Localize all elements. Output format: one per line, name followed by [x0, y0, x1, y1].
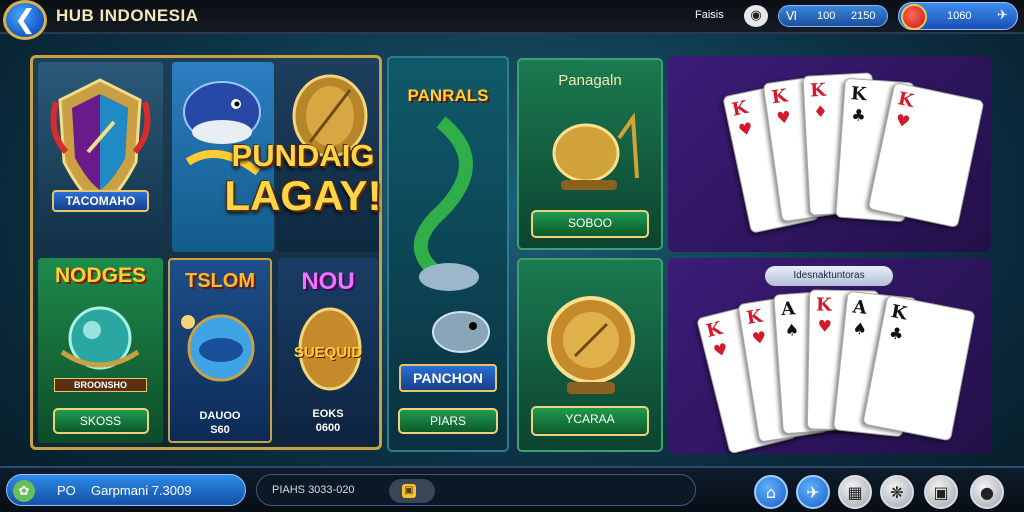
headline-line-2: LAGAY! — [224, 172, 382, 219]
nodges-badge[interactable]: SKOSS — [52, 408, 149, 434]
settings-icon: ❋ — [890, 482, 904, 502]
game-tile-nodges[interactable]: NODGES BROONSHO SKOSS — [38, 258, 163, 443]
arrow-left-icon: ❮ — [14, 5, 36, 35]
chest-icon: ▣ — [402, 484, 416, 498]
info-bar: PIAHS 3033-020 ▣ — [256, 474, 696, 506]
treasure-pot-icon — [552, 112, 639, 190]
coin-balance-pill[interactable]: 1060 ✈ — [898, 2, 1018, 30]
stat-value-1: 100 — [817, 10, 836, 22]
top-bar: HUB INDONESIA Faisis ◉ Ⅵ 100 2150 1060 ✈ — [0, 0, 1024, 34]
game-tile-tslom[interactable]: TSLOM DAUOO S60 — [168, 258, 272, 443]
header-label: Faisis — [695, 9, 724, 21]
orb-icon — [60, 306, 140, 370]
plane-icon: ✈ — [806, 482, 820, 502]
headline-line-1: PUNDAIG — [231, 138, 375, 173]
eel-fish-icon — [413, 116, 490, 353]
tally-icon: Ⅵ — [786, 9, 798, 23]
nou-line-2: 0600 — [315, 422, 341, 434]
tslom-line-1: DAUOO — [199, 410, 241, 422]
app-title: HUB INDONESIA — [56, 6, 199, 25]
tslom-line-2: S60 — [210, 424, 230, 436]
game-tile-nou[interactable]: NOU SUEQUID EOKS 0600 — [278, 258, 378, 443]
panrals-title: PANRALS — [407, 86, 489, 105]
gold-compass-icon — [547, 296, 635, 394]
gamepad-button[interactable]: ▣ — [924, 475, 958, 509]
nodges-label: BROONSHO — [54, 378, 147, 392]
panagaln-badge[interactable]: SOBOO — [531, 210, 649, 238]
player-prefix: PO — [57, 483, 76, 498]
player-name: Garpmani 7.3009 — [91, 483, 192, 498]
panagaln-title: Panagaln — [558, 72, 622, 89]
nodges-title: NODGES — [54, 264, 146, 287]
coin-icon — [901, 4, 927, 30]
plane-icon: ✈ — [997, 8, 1008, 23]
leaf-icon: ✿ — [13, 480, 35, 502]
game-tile-panrals[interactable]: PANRALS PANCHON PIARS — [387, 56, 509, 452]
cards-label: Idesnaktuntoras — [765, 266, 893, 286]
film-reel-icon[interactable]: ◉ — [744, 5, 768, 27]
nou-label: SUEQUID — [293, 344, 363, 361]
grid-button[interactable]: ▦ — [838, 475, 872, 509]
info-button[interactable]: ▣ — [389, 479, 435, 503]
stat-value-2: 2150 — [851, 10, 876, 22]
menu-button[interactable]: ● — [970, 475, 1004, 509]
ycaraa-badge[interactable]: YCARAA — [531, 406, 649, 436]
home-button[interactable]: ⌂ — [754, 475, 788, 509]
panrals-badge[interactable]: PIARS — [398, 408, 498, 434]
plane-button[interactable]: ✈ — [796, 475, 830, 509]
menu-icon: ● — [980, 482, 994, 502]
game-tile-tacomaho[interactable]: TACOMAHO — [38, 62, 163, 252]
fish-bubble-icon — [181, 314, 255, 382]
player-profile[interactable]: ✿ PO Garpmani 7.3009 — [6, 474, 246, 506]
nou-title: NOU — [301, 268, 355, 295]
tacomaho-label: TACOMAHO — [52, 190, 149, 212]
info-text: PIAHS 3033-020 — [272, 484, 355, 496]
home-icon: ⌂ — [765, 482, 777, 502]
promo-headline: PUNDAIG LAGAY! — [222, 140, 384, 217]
bottom-bar: ✿ PO Garpmani 7.3009 PIAHS 3033-020 ▣ ⌂ … — [0, 466, 1024, 512]
nou-line-1: EOKS — [312, 408, 344, 420]
game-tile-panagaln[interactable]: Panagaln SOBOO — [517, 58, 663, 250]
grid-icon: ▦ — [847, 482, 863, 502]
back-button[interactable]: ❮ — [3, 0, 47, 40]
game-tile-ycaraa[interactable]: YCARAA — [517, 258, 663, 452]
coin-balance: 1060 — [947, 10, 972, 22]
gamepad-icon: ▣ — [933, 482, 949, 502]
panchon-label: PANCHON — [399, 364, 497, 392]
settings-button[interactable]: ❋ — [880, 475, 914, 509]
game-tile-cards-top[interactable]: K ♥ K ♥ K ♦ K ♣ K ♥ — [668, 56, 991, 252]
game-tile-cards-bottom[interactable]: K ♥ K ♥ A ♠ K ♥ A ♠ K ♣ — [668, 258, 991, 454]
tslom-title: TSLOM — [185, 270, 255, 292]
stats-pill[interactable]: Ⅵ 100 2150 — [778, 5, 888, 27]
